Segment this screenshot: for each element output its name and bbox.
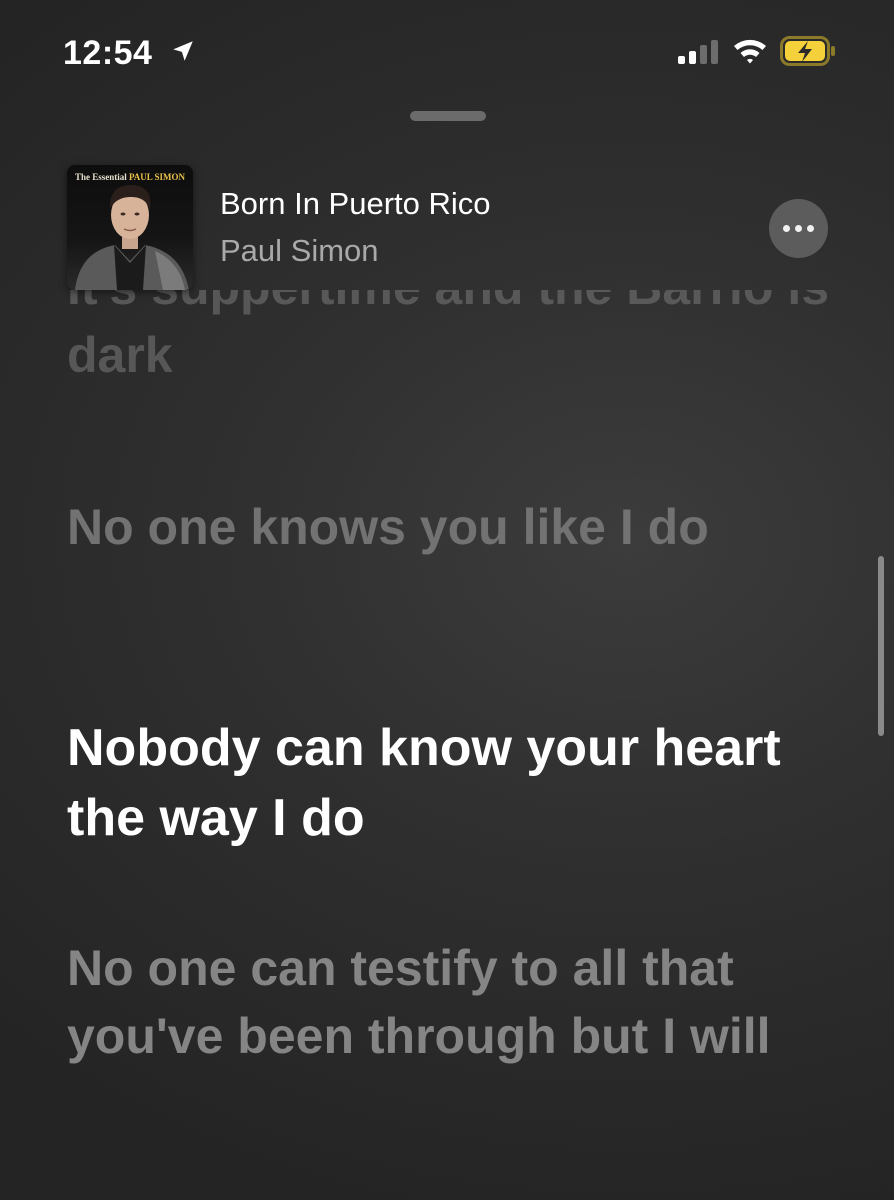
status-time: 12:54	[63, 34, 153, 72]
lyric-line[interactable]: No one knows you like I do	[67, 493, 837, 561]
cellular-signal-icon	[678, 40, 718, 64]
wifi-icon	[734, 39, 766, 64]
scroll-indicator[interactable]	[878, 556, 884, 736]
ellipsis-icon	[783, 225, 814, 232]
lyric-line[interactable]: It's suppertime and the Barrio is dark	[67, 290, 837, 389]
lyric-line[interactable]: No one can testify to all that you've be…	[67, 934, 837, 1070]
more-options-button[interactable]	[769, 199, 828, 258]
lyric-line-active[interactable]: Nobody can know your heart the way I do	[67, 713, 837, 853]
battery-charging-icon	[780, 36, 835, 66]
lyrics-view[interactable]: It's suppertime and the Barrio is dark N…	[0, 290, 894, 1200]
album-art-text: The Essential PAUL SIMON	[74, 172, 186, 182]
track-title[interactable]: Born In Puerto Rico	[220, 186, 491, 222]
sheet-grabber[interactable]	[410, 111, 486, 121]
track-artist[interactable]: Paul Simon	[220, 233, 379, 269]
status-bar: 12:54	[0, 0, 894, 100]
album-portrait	[75, 185, 189, 290]
album-artwork[interactable]: The Essential PAUL SIMON	[67, 165, 193, 290]
location-arrow-icon	[173, 41, 193, 61]
